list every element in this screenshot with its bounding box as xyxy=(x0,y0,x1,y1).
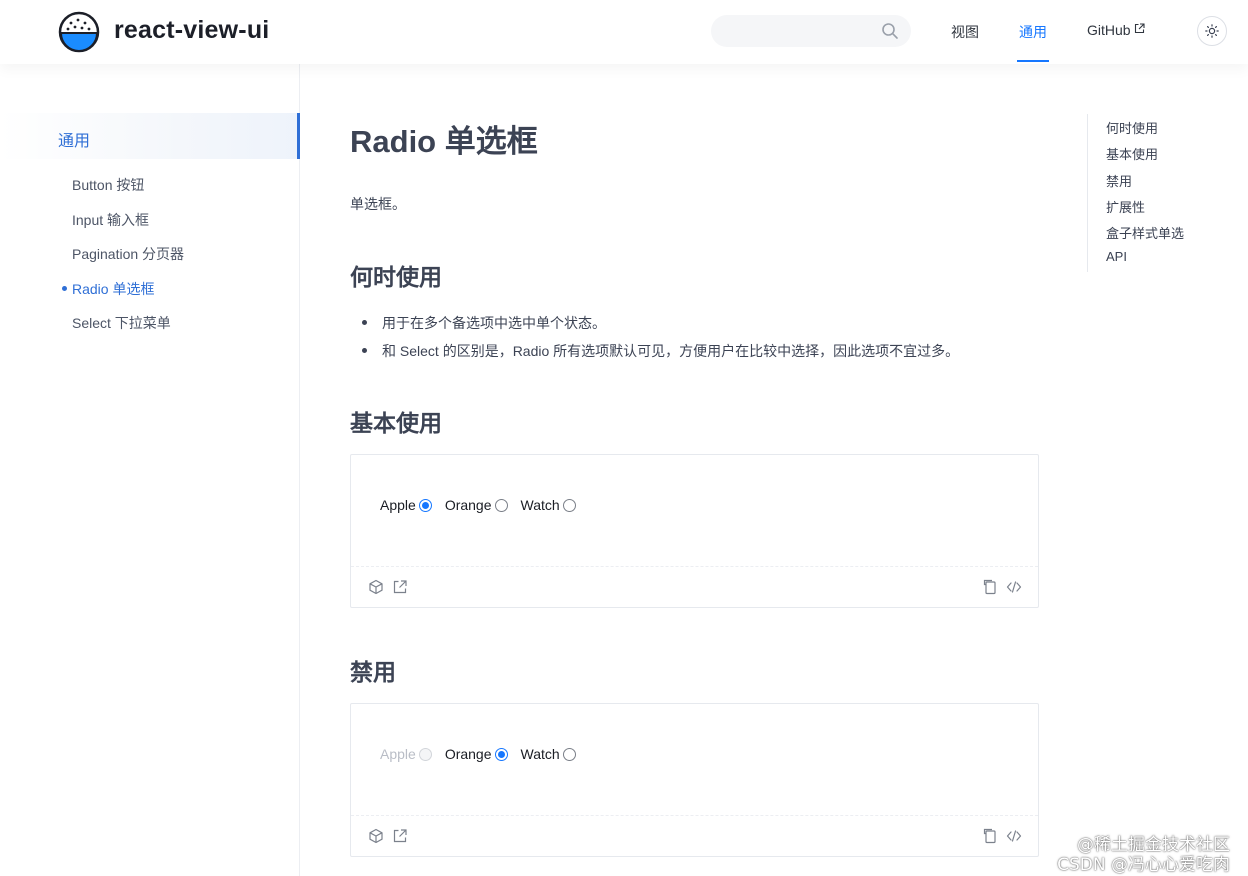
section-heading-when: 何时使用 xyxy=(350,264,442,290)
page-intro: 单选框。 xyxy=(350,196,406,212)
sidebar-group-label: 通用 xyxy=(58,133,91,150)
radio-label: Watch xyxy=(520,497,560,513)
section-heading-disabled: 禁用 xyxy=(350,659,396,685)
radio-label: Apple xyxy=(380,746,416,762)
open-external-icon[interactable] xyxy=(392,579,408,595)
radio-option-orange[interactable]: Orange xyxy=(445,497,508,513)
list-item: 用于在多个备选项中选中单个状态。 xyxy=(362,313,606,333)
sidebar-item-select[interactable]: Select 下拉菜单 xyxy=(72,313,171,333)
list-item: 和 Select 的区别是，Radio 所有选项默认可见，方便用户在比较中选择，… xyxy=(362,341,959,361)
sidebar-item-pagination[interactable]: Pagination 分页器 xyxy=(72,244,184,264)
toc-item-extensibility[interactable]: 扩展性 xyxy=(1106,197,1145,216)
nav-active-indicator xyxy=(1017,60,1049,62)
copy-icon[interactable] xyxy=(982,828,998,844)
sidebar-active-bar xyxy=(297,113,300,159)
demo-card-disabled: Apple Orange Watch xyxy=(350,703,1039,857)
page-title: Radio 单选框 xyxy=(350,124,538,159)
demo-preview: Apple Orange Watch xyxy=(351,704,1038,816)
toc-item-box-style[interactable]: 盒子样式单选 xyxy=(1106,223,1184,242)
demo-actions xyxy=(351,816,1038,856)
code-icon[interactable] xyxy=(1006,828,1022,844)
radio-button[interactable] xyxy=(562,498,576,512)
logo-icon[interactable] xyxy=(58,11,100,53)
radio-label: Orange xyxy=(444,746,492,762)
demo-actions xyxy=(351,567,1038,607)
site-title[interactable]: react-view-ui xyxy=(114,16,269,45)
toc-item-disabled[interactable]: 禁用 xyxy=(1106,171,1132,190)
nav-general[interactable]: 通用 xyxy=(1019,22,1047,42)
list-item-text: 和 Select 的区别是，Radio 所有选项默认可见，方便用户在比较中选择，… xyxy=(382,343,960,359)
sidebar-group-general[interactable]: 通用 xyxy=(0,113,300,159)
section-heading-basic: 基本使用 xyxy=(350,410,442,436)
radio-label: Orange xyxy=(444,497,492,513)
radio-option-watch[interactable]: Watch xyxy=(521,746,576,762)
sidebar: 通用 Button 按钮 Input 输入框 Pagination 分页器 Ra… xyxy=(0,64,300,876)
radio-button[interactable] xyxy=(494,498,508,512)
demo-card-basic: Apple Orange Watch xyxy=(350,454,1039,608)
copy-icon[interactable] xyxy=(982,579,998,595)
radio-label: Apple xyxy=(380,497,416,513)
theme-toggle-button[interactable] xyxy=(1197,16,1227,46)
sidebar-item-input[interactable]: Input 输入框 xyxy=(72,210,149,230)
external-link-icon xyxy=(1134,23,1145,34)
radio-button[interactable] xyxy=(562,747,576,761)
radio-button[interactable] xyxy=(418,498,432,512)
top-header: react-view-ui 视图 通用 GitHub xyxy=(0,0,1248,64)
radio-option-apple[interactable]: Apple xyxy=(380,497,432,513)
sun-icon xyxy=(1205,24,1219,38)
toc-item-api[interactable]: API xyxy=(1106,249,1127,264)
nav-github[interactable]: GitHub xyxy=(1087,22,1145,38)
toc-item-basic[interactable]: 基本使用 xyxy=(1106,144,1158,163)
radio-label: Watch xyxy=(520,746,560,762)
radio-button xyxy=(418,747,432,761)
toc-item-when[interactable]: 何时使用 xyxy=(1106,118,1158,137)
nav-view[interactable]: 视图 xyxy=(951,22,979,42)
codesandbox-icon[interactable] xyxy=(368,828,384,844)
radio-option-watch[interactable]: Watch xyxy=(521,497,576,513)
code-icon[interactable] xyxy=(1006,579,1022,595)
list-item-text: 用于在多个备选项中选中单个状态。 xyxy=(382,315,606,331)
open-external-icon[interactable] xyxy=(392,828,408,844)
search-input[interactable] xyxy=(711,15,911,47)
radio-group: Apple Orange Watch xyxy=(380,497,589,513)
radio-option-orange[interactable]: Orange xyxy=(445,746,508,762)
radio-option-apple: Apple xyxy=(380,746,432,762)
active-dot-icon xyxy=(62,286,67,291)
search-icon xyxy=(882,23,898,39)
nav-github-label: GitHub xyxy=(1087,22,1131,38)
demo-preview: Apple Orange Watch xyxy=(351,455,1038,567)
table-of-contents: 何时使用 基本使用 禁用 扩展性 盒子样式单选 API xyxy=(1087,114,1237,272)
sidebar-item-radio[interactable]: Radio 单选框 xyxy=(72,279,154,299)
radio-button[interactable] xyxy=(494,747,508,761)
watermark-line-2: CSDN @冯心心爱吃肉 xyxy=(1057,855,1230,875)
codesandbox-icon[interactable] xyxy=(368,579,384,595)
radio-group: Apple Orange Watch xyxy=(380,746,589,762)
sidebar-item-button[interactable]: Button 按钮 xyxy=(72,175,144,195)
